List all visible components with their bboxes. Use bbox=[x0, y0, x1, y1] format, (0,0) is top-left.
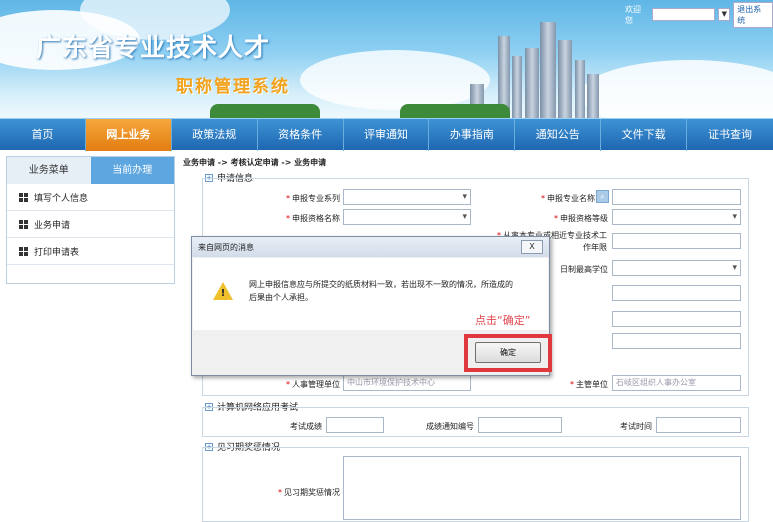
building-decoration bbox=[512, 56, 522, 118]
hr-unit-input[interactable]: 中山市环境保护技术中心 bbox=[343, 375, 471, 391]
main-nav: 首页 网上业务 政策法规 资格条件 评审通知 办事指南 通知公告 文件下载 证书… bbox=[0, 118, 773, 151]
tab-current[interactable]: 当前办理 bbox=[90, 157, 174, 184]
nav-review-notice[interactable]: 评审通知 bbox=[344, 119, 430, 151]
sidebar-item-label: 填写个人信息 bbox=[34, 193, 89, 204]
text-input[interactable] bbox=[612, 285, 741, 301]
warning-mark: ! bbox=[220, 288, 226, 299]
nav-guide[interactable]: 办事指南 bbox=[429, 119, 516, 151]
nav-announcements[interactable]: 通知公告 bbox=[515, 119, 602, 151]
tab-business-menu[interactable]: 业务菜单 bbox=[7, 157, 91, 184]
user-select[interactable] bbox=[651, 8, 716, 21]
sidebar-item-print[interactable]: 打印申请表 bbox=[7, 238, 174, 265]
series-select[interactable] bbox=[343, 189, 471, 205]
edu-label: 日制最高学位 bbox=[560, 265, 608, 274]
welcome-bar: 欢迎您 ▼ 退出系统 bbox=[625, 1, 773, 28]
building-decoration bbox=[587, 74, 599, 118]
text-input[interactable] bbox=[612, 311, 741, 327]
supervisor-label: * 主管单位 bbox=[570, 380, 608, 389]
nav-qualification[interactable]: 资格条件 bbox=[258, 119, 344, 151]
cloud-decoration bbox=[300, 50, 490, 110]
nav-certificate[interactable]: 证书查询 bbox=[687, 119, 773, 151]
score-notice-input[interactable] bbox=[478, 417, 562, 433]
building-decoration bbox=[525, 48, 539, 118]
sidebar: 业务菜单 当前办理 填写个人信息 业务申请 打印申请表 bbox=[6, 156, 175, 284]
years-input[interactable] bbox=[612, 233, 741, 249]
message-dialog: 来自网页的消息 X ! 网上申报信息应与所提交的纸质材料一致，若出现不一致的情况… bbox=[191, 236, 552, 376]
cloud-decoration bbox=[580, 60, 773, 118]
internship-textarea[interactable] bbox=[343, 456, 741, 520]
breadcrumb: 业务申请 -> 考核认定申请 -> 业务申请 bbox=[183, 158, 327, 167]
system-subtitle: 职称管理系统 bbox=[176, 77, 290, 97]
exam-score-label: 考试成绩 bbox=[290, 422, 322, 431]
nav-online-business[interactable]: 网上业务 bbox=[85, 119, 172, 151]
qual-name-select[interactable] bbox=[343, 209, 471, 225]
qual-level-label: * 申报资格等级 bbox=[554, 214, 608, 223]
edu-select[interactable] bbox=[612, 260, 741, 276]
major-name-label: * 申报专业名称 bbox=[541, 194, 595, 203]
building-decoration bbox=[540, 22, 556, 118]
supervisor-input[interactable]: 石岐区组织人事办公室 bbox=[612, 375, 741, 391]
building-decoration bbox=[558, 40, 572, 118]
ok-button[interactable]: 确定 bbox=[475, 342, 541, 363]
hr-unit-label: * 人事管理单位 bbox=[286, 380, 340, 389]
tree-decoration bbox=[210, 104, 320, 118]
internship-label: * 见习期奖惩情况 bbox=[278, 488, 340, 497]
grid-icon bbox=[19, 246, 28, 256]
major-name-input[interactable] bbox=[612, 189, 741, 205]
grid-icon bbox=[19, 192, 28, 202]
nav-downloads[interactable]: 文件下载 bbox=[601, 119, 688, 151]
sidebar-item-personal-info[interactable]: 填写个人信息 bbox=[7, 184, 174, 211]
exam-time-label: 考试时间 bbox=[620, 422, 652, 431]
sidebar-item-label: 业务申请 bbox=[34, 220, 71, 231]
close-button[interactable]: X bbox=[521, 240, 543, 254]
site-title: 广东省专业技术人才 bbox=[36, 33, 271, 62]
search-icon[interactable]: ⌕ bbox=[596, 190, 609, 203]
nav-policy[interactable]: 政策法规 bbox=[172, 119, 258, 151]
series-label: * 申报专业系列 bbox=[286, 194, 340, 203]
sidebar-item-label: 打印申请表 bbox=[34, 247, 80, 258]
welcome-label: 欢迎您 bbox=[625, 4, 641, 25]
text-input[interactable] bbox=[612, 333, 741, 349]
chevron-down-icon[interactable]: ▼ bbox=[718, 8, 731, 21]
exam-time-input[interactable] bbox=[656, 417, 741, 433]
click-hint-annotation: 点击“确定” bbox=[475, 314, 531, 327]
building-decoration bbox=[575, 60, 585, 118]
dialog-title: 来自网页的消息 bbox=[192, 237, 549, 257]
grid-icon bbox=[19, 219, 28, 229]
logout-button[interactable]: 退出系统 bbox=[733, 1, 773, 28]
qual-level-select[interactable] bbox=[612, 209, 741, 225]
nav-home[interactable]: 首页 bbox=[0, 119, 86, 151]
exam-score-input[interactable] bbox=[326, 417, 384, 433]
score-notice-label: 成绩通知编号 bbox=[426, 422, 474, 431]
tree-decoration bbox=[400, 104, 510, 118]
site-header: 广东省专业技术人才 职称管理系统 欢迎您 ▼ 退出系统 bbox=[0, 0, 773, 118]
qual-name-label: * 申报资格名称 bbox=[286, 214, 340, 223]
sidebar-item-apply[interactable]: 业务申请 bbox=[7, 211, 174, 238]
dialog-message: 网上申报信息应与所提交的纸质材料一致，若出现不一致的情况，所造成的后果由个人承担… bbox=[249, 280, 513, 302]
